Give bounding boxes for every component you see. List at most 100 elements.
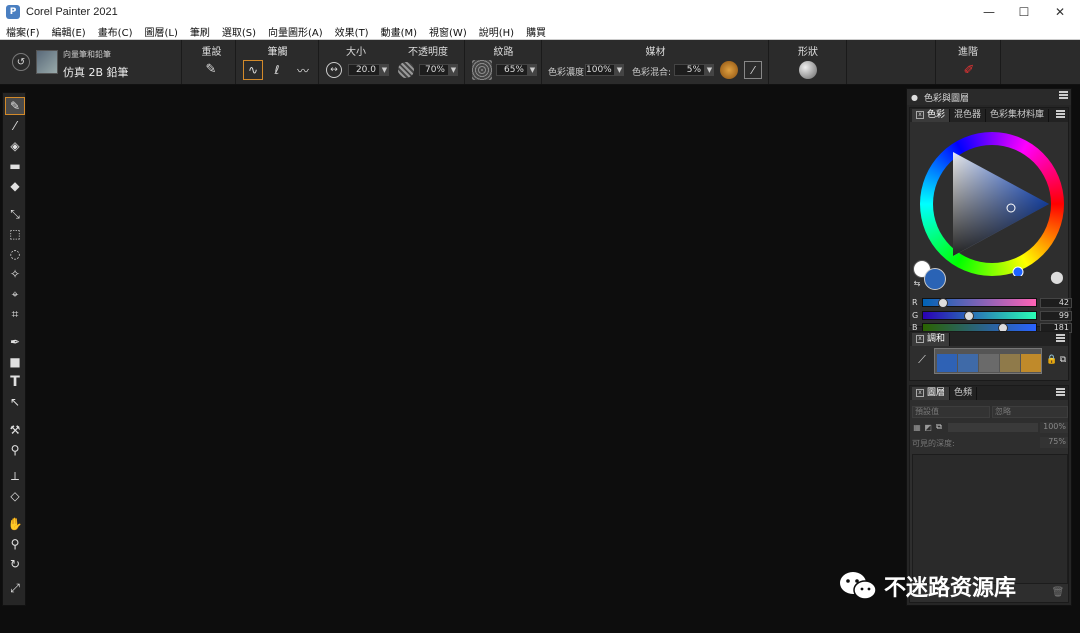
menu-brushes[interactable]: 筆刷 [184,24,216,39]
color-density-input[interactable]: 100% [585,64,615,76]
color-blend-dropdown-icon[interactable]: ▼ [705,64,714,76]
rectangular-selection-tool-icon[interactable]: ⬚ [5,225,25,243]
menu-layers[interactable]: 圖層(L) [138,24,183,39]
pen-tool-icon[interactable]: ✒ [5,333,25,351]
tab-color-set-library[interactable]: 色彩集材料庫 [986,108,1050,122]
close-button[interactable]: ✕ [1043,0,1077,24]
harmony-swatch[interactable] [958,354,978,372]
menu-vector-shapes[interactable]: 向量圖形(A) [262,24,329,39]
menu-window[interactable]: 視窗(W) [423,24,473,39]
color-density-dropdown-icon[interactable]: ▼ [615,64,624,76]
canvas-area[interactable] [30,86,902,626]
tab-mixer[interactable]: 混色器 [950,108,987,122]
media-color-icon[interactable] [720,61,738,79]
harmony-panel-menu-icon[interactable] [1056,334,1065,342]
menu-help[interactable]: 說明(H) [473,24,520,39]
delete-layer-icon[interactable]: 🗑 [1052,586,1065,598]
layer-opacity-slider[interactable] [948,423,1038,432]
gradient-tool-icon[interactable]: ▬ [5,157,25,175]
brush-shape-icon[interactable] [799,61,817,79]
r-slider-knob[interactable] [938,298,948,308]
brush-selector[interactable]: ↺ 向量筆和鉛筆 仿真 2B 鉛筆 [0,40,182,84]
layer-opacity-value[interactable]: 100% [1040,422,1068,433]
brush-tool-icon[interactable]: ✎ [5,97,25,115]
layers-panel-menu-icon[interactable] [1056,388,1065,396]
minimize-button[interactable]: — [972,0,1006,24]
tab-color[interactable]: x 色彩 [912,108,951,122]
g-slider[interactable] [922,311,1037,321]
brush-history-icon[interactable]: ↺ [12,53,30,71]
maximize-button[interactable]: ☐ [1007,0,1041,24]
eraser-tool-icon[interactable]: ◆ [5,177,25,195]
wave-stroke-icon[interactable]: 〰 [293,60,313,80]
magic-wand-tool-icon[interactable]: ✧ [5,265,25,283]
screen-mode-tool-icon[interactable]: ⤢ [5,579,25,597]
close-icon[interactable]: x [916,389,924,397]
mirror-painting-tool-icon[interactable]: ⟂ [5,467,25,485]
opacity-dropdown-icon[interactable]: ▼ [449,64,458,76]
size-input[interactable]: 20.0 [348,64,380,76]
rubber-stamp-tool-icon[interactable]: ⚲ [5,441,25,459]
freehand-stroke-icon[interactable]: ∿ [243,60,263,80]
saturation-value-triangle[interactable] [920,132,1064,276]
crop-tool-icon[interactable]: ⌗ [5,305,25,323]
color-variability-icon[interactable]: ⬤ [1048,268,1066,286]
tab-harmony[interactable]: x 調和 [912,332,951,346]
harmony-link-icon[interactable]: ⟋ [914,352,930,368]
main-color-swatch[interactable] [924,268,946,290]
reset-brush-icon[interactable]: ✎ [202,60,220,78]
selection-adjuster-tool-icon[interactable]: ⌖ [5,285,25,303]
menu-file[interactable]: 檔案(F) [0,24,46,39]
lasso-tool-icon[interactable]: ◌ [5,245,25,263]
close-icon[interactable]: x [916,111,924,119]
color-blend-input[interactable]: 5% [674,64,705,76]
grabber-tool-icon[interactable]: ✋ [5,515,25,533]
rectangle-shape-tool-icon[interactable]: ■ [5,353,25,371]
composite-method-select[interactable]: 預設值 [912,406,990,418]
swap-colors-icon[interactable]: ⇆ [912,278,922,288]
new-harmony-icon[interactable]: ⧉ [1058,354,1068,366]
close-icon[interactable]: x [916,335,924,343]
opacity-input[interactable]: 70% [419,64,449,76]
r-value[interactable]: 42 [1040,298,1072,308]
tab-layers[interactable]: x 圖層 [912,386,951,400]
menu-effects[interactable]: 效果(T) [329,24,375,39]
lock-icon[interactable]: 🔒 [1046,354,1057,366]
menu-edit[interactable]: 編輯(E) [46,24,92,39]
shape-selection-tool-icon[interactable]: ↖ [5,393,25,411]
advanced-brush-icon[interactable]: ✐ [959,60,979,80]
paint-bucket-tool-icon[interactable]: ◈ [5,137,25,155]
harmony-swatch[interactable] [937,354,957,372]
menu-buy[interactable]: 購買 [520,24,552,39]
harmony-swatch[interactable] [1021,354,1041,372]
cloner-tool-icon[interactable]: ⚒ [5,421,25,439]
perspective-guide-tool-icon[interactable]: ◇ [5,487,25,505]
grain-dropdown-icon[interactable]: ▼ [528,64,537,76]
pick-up-underlying-color-icon[interactable]: ◩ [923,422,933,432]
lock-layer-icon[interactable]: ⧉ [934,422,944,432]
r-slider[interactable] [922,298,1037,308]
paper-texture-icon[interactable] [472,60,492,80]
magnifier-tool-icon[interactable]: ⚲ [5,535,25,553]
menu-movie[interactable]: 動畫(M) [375,24,423,39]
g-value[interactable]: 99 [1040,311,1072,321]
loop-stroke-icon[interactable]: ℓ [267,60,287,80]
visible-depth-value[interactable]: 75% [1040,437,1068,448]
harmony-swatch[interactable] [1000,354,1020,372]
harmony-swatch[interactable] [979,354,999,372]
grain-input[interactable]: 65% [496,64,528,76]
tab-channels[interactable]: 色頻 [950,386,978,400]
panel-group-menu-icon[interactable] [1059,91,1068,99]
layer-adjuster-tool-icon[interactable]: ⤡ [5,205,25,223]
menu-select[interactable]: 選取(S) [216,24,262,39]
dropper-media-icon[interactable]: ⁄ [744,61,762,79]
color-panel-menu-icon[interactable] [1056,110,1065,118]
g-slider-knob[interactable] [964,311,974,321]
text-tool-icon[interactable]: T [5,373,25,391]
composite-depth-select[interactable]: 忽略 [992,406,1068,418]
layer-list[interactable] [912,454,1068,584]
dropper-tool-icon[interactable]: ⁄ [5,117,25,135]
menu-canvas[interactable]: 畫布(C) [92,24,139,39]
size-dropdown-icon[interactable]: ▼ [380,64,389,76]
preserve-transparency-icon[interactable]: ▦ [912,422,922,432]
